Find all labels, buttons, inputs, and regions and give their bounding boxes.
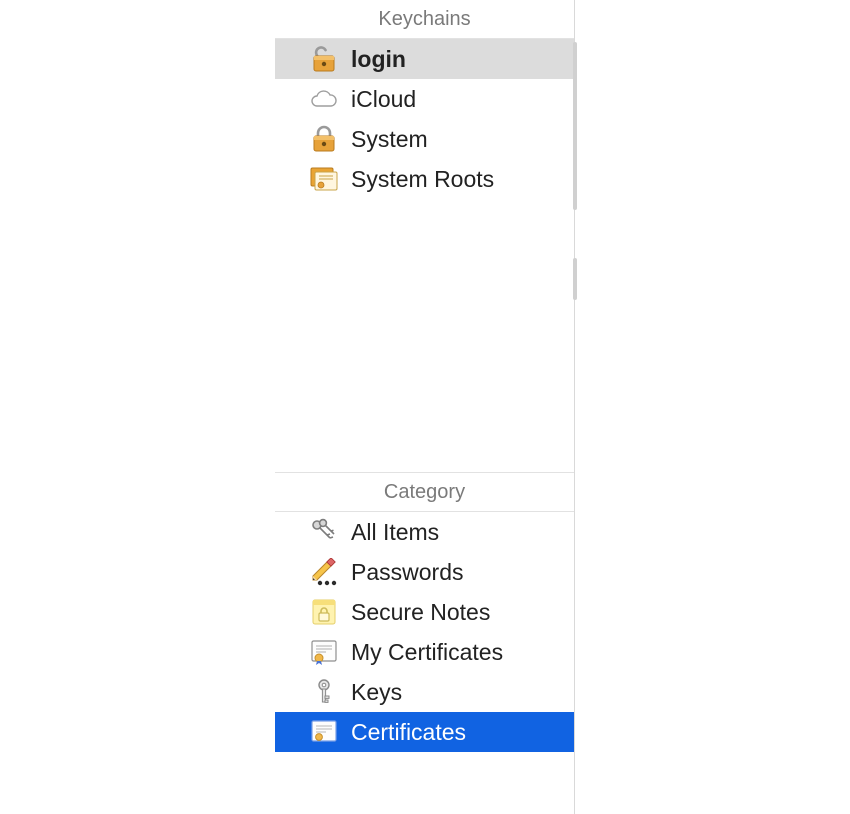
cert-doc-icon xyxy=(309,717,339,747)
category-item-keys[interactable]: Keys xyxy=(275,672,574,712)
category-section: Category All Items xyxy=(275,472,574,814)
category-header: Category xyxy=(275,472,574,512)
category-item-certificates[interactable]: Certificates xyxy=(275,712,574,752)
keychain-item-system-roots[interactable]: System Roots xyxy=(275,159,574,199)
keychain-item-system[interactable]: System xyxy=(275,119,574,159)
category-item-label: Secure Notes xyxy=(351,599,490,626)
category-item-secure-notes[interactable]: Secure Notes xyxy=(275,592,574,632)
keychain-item-label: System xyxy=(351,126,428,153)
category-item-label: Certificates xyxy=(351,719,466,746)
category-item-all-items[interactable]: All Items xyxy=(275,512,574,552)
single-key-icon xyxy=(309,677,339,707)
cert-stack-icon xyxy=(309,164,339,194)
keychains-header: Keychains xyxy=(275,0,574,39)
keychain-item-label: iCloud xyxy=(351,86,416,113)
keychain-item-icloud[interactable]: iCloud xyxy=(275,79,574,119)
cloud-icon xyxy=(309,84,339,114)
keys-icon xyxy=(309,517,339,547)
category-item-label: My Certificates xyxy=(351,639,503,666)
note-lock-icon xyxy=(309,597,339,627)
scrollbar-thumb[interactable] xyxy=(573,258,577,300)
unlocked-padlock-icon xyxy=(309,44,339,74)
category-item-label: All Items xyxy=(351,519,439,546)
keychains-section: Keychains login iCloud xyxy=(275,0,574,472)
scrollbar-thumb[interactable] xyxy=(573,42,577,210)
pencil-dots-icon xyxy=(309,557,339,587)
keychain-item-label: login xyxy=(351,46,406,73)
keychain-access-sidebar: Keychains login iCloud xyxy=(275,0,575,814)
category-item-label: Passwords xyxy=(351,559,463,586)
category-item-passwords[interactable]: Passwords xyxy=(275,552,574,592)
locked-padlock-icon xyxy=(309,124,339,154)
category-item-label: Keys xyxy=(351,679,402,706)
category-item-my-certificates[interactable]: My Certificates xyxy=(275,632,574,672)
cert-badge-icon xyxy=(309,637,339,667)
keychain-item-label: System Roots xyxy=(351,166,494,193)
keychain-item-login[interactable]: login xyxy=(275,39,574,79)
